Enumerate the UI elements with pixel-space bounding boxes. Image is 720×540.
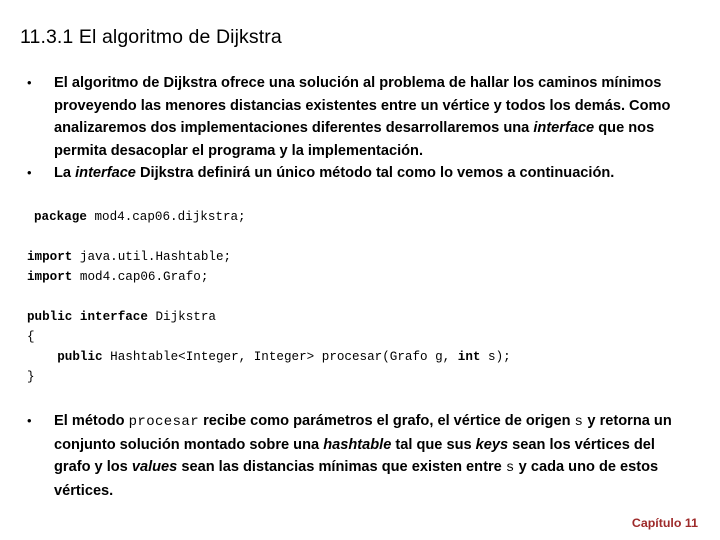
bullet-interface-dijkstra: La interface Dijkstra definirá un único … xyxy=(54,162,692,185)
code-line: } xyxy=(20,367,692,387)
code-keyword: int xyxy=(457,350,481,364)
code-text: Dijkstra xyxy=(147,310,216,324)
code-line: import mod4.cap06.Grafo; xyxy=(20,267,692,287)
body-text: Dijkstra definirá un único método tal co… xyxy=(135,165,615,181)
code-block-dijkstra-interface: package mod4.cap06.dijkstra; import java.… xyxy=(20,207,692,387)
bullet-list-bottom: • El método procesar recibe como parámetr… xyxy=(20,410,692,502)
code-text: s); xyxy=(480,350,511,364)
code-text: java.util.Hashtable; xyxy=(72,250,232,264)
code-line: package mod4.cap06.dijkstra; xyxy=(20,207,692,227)
list-item: • El algoritmo de Dijkstra ofrece una sol… xyxy=(20,72,692,162)
page-title: 11.3.1 El algoritmo de Dijkstra xyxy=(20,26,282,48)
body-text: La xyxy=(54,165,76,181)
list-item: • La interface Dijkstra definirá un único… xyxy=(20,162,692,185)
body-text: tal que sus xyxy=(391,436,476,453)
inline-code-text: s xyxy=(505,460,515,476)
code-line: import java.util.Hashtable; xyxy=(20,247,692,267)
code-line: { xyxy=(20,327,692,347)
bullet-point-icon: • xyxy=(27,75,32,90)
emphasis-text: hashtable xyxy=(323,436,392,453)
bullet-list-top: • El algoritmo de Dijkstra ofrece una sol… xyxy=(20,72,692,185)
emphasis-text: interface xyxy=(75,165,136,181)
code-text: { xyxy=(27,330,35,344)
body-text: El método xyxy=(54,413,129,429)
code-line: public interface Dijkstra xyxy=(20,307,692,327)
inline-code-text: procesar xyxy=(128,414,200,430)
footer-chapter-label: Capítulo 11 xyxy=(631,516,698,530)
bullet-point-icon: • xyxy=(27,165,32,180)
slide-canvas: 11.3.1 El algoritmo de Dijkstra • El algo… xyxy=(0,0,720,540)
bullet-point-icon: • xyxy=(27,413,32,428)
code-text: mod4.cap06.Grafo; xyxy=(72,270,209,284)
emphasis-text: interface xyxy=(533,120,595,136)
bullet-dijkstra-intro: El algoritmo de Dijkstra ofrece una solu… xyxy=(54,72,692,162)
emphasis-text: keys xyxy=(475,436,509,453)
code-text: } xyxy=(27,370,35,384)
body-text: recibe como parámetros el grafo, el vért… xyxy=(199,413,575,429)
code-text: mod4.cap06.dijkstra; xyxy=(86,210,246,224)
bullet-procesar-description: El método procesar recibe como parámetro… xyxy=(54,410,692,502)
emphasis-text: values xyxy=(131,459,178,475)
code-keyword: public interface xyxy=(27,310,148,324)
code-keyword: import xyxy=(27,270,73,284)
list-item: • El método procesar recibe como parámetr… xyxy=(20,410,692,502)
code-keyword: public xyxy=(57,350,103,364)
code-text: Hashtable<Integer, Integer> procesar(Gra… xyxy=(102,350,458,364)
code-keyword: package xyxy=(34,210,87,224)
body-text: sean las distancias mínimas que existen … xyxy=(177,459,506,475)
code-keyword: import xyxy=(27,250,73,264)
code-line: public Hashtable<Integer, Integer> proce… xyxy=(20,347,692,367)
